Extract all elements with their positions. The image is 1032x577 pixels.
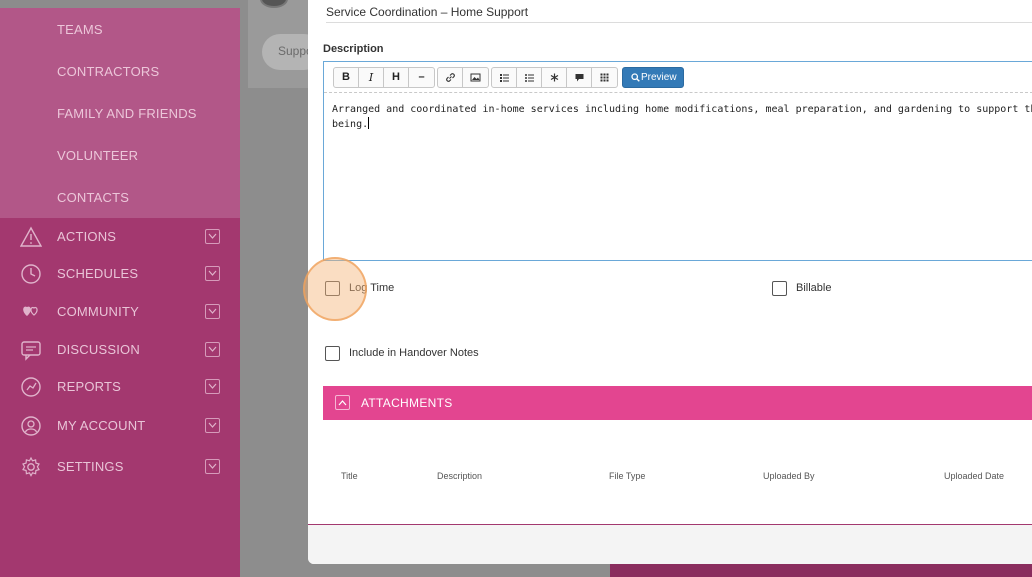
description-label: Description — [323, 43, 384, 55]
billable-checkbox[interactable] — [772, 281, 787, 296]
horizontal-rule-button[interactable]: – — [409, 68, 434, 87]
sidebar-item-settings[interactable]: SETTINGS — [0, 448, 240, 484]
subnav-item-family-and-friends[interactable]: FAMILY AND FRIENDS — [57, 106, 197, 121]
sidebar-subnav: TEAMS CONTRACTORS FAMILY AND FRIENDS VOL… — [0, 8, 240, 218]
editor-content[interactable]: Arranged and coordinated in-home service… — [332, 102, 1032, 132]
hearts-icon — [20, 301, 42, 323]
preview-button-label: Preview — [641, 72, 677, 83]
chevron-down-icon[interactable] — [205, 304, 220, 319]
editor-line: being. — [332, 119, 369, 130]
column-header-file-type[interactable]: File Type — [609, 471, 645, 481]
numbered-list-icon[interactable] — [492, 68, 517, 87]
sidebar-item-actions[interactable]: ACTIONS — [0, 218, 240, 254]
column-header-uploaded-by[interactable]: Uploaded By — [763, 471, 815, 481]
sidebar: TEAMS CONTRACTORS FAMILY AND FRIENDS VOL… — [0, 0, 240, 577]
bold-button[interactable]: B — [334, 68, 359, 87]
edit-note-modal: Service Coordination – Home Support Desc… — [308, 0, 1032, 564]
heading-button[interactable]: H — [384, 68, 409, 87]
modal-footer — [308, 525, 1032, 564]
chevron-down-icon[interactable] — [205, 418, 220, 433]
sidebar-item-discussion[interactable]: DISCUSSION — [0, 331, 240, 367]
user-icon — [20, 415, 42, 437]
sidebar-item-label: REPORTS — [57, 379, 122, 394]
clock-icon — [20, 263, 42, 285]
toolbar-group-blocks — [491, 67, 618, 88]
click-highlight — [303, 257, 367, 321]
sidebar-item-label: DISCUSSION — [57, 342, 140, 357]
link-icon[interactable] — [438, 68, 463, 87]
preview-button[interactable]: Preview — [622, 67, 684, 88]
italic-button[interactable]: I — [359, 68, 384, 87]
background-bar — [610, 564, 1032, 577]
column-header-title[interactable]: Title — [341, 471, 358, 481]
title-field[interactable]: Service Coordination – Home Support — [326, 0, 1032, 23]
attachments-title: ATTACHMENTS — [361, 396, 453, 410]
chart-icon — [20, 376, 42, 398]
toolbar-group-format: B I H – — [333, 67, 435, 88]
title-value: Service Coordination – Home Support — [326, 5, 529, 19]
subnav-item-contacts[interactable]: CONTACTS — [57, 190, 129, 205]
search-icon — [631, 73, 640, 82]
sidebar-item-label: COMMUNITY — [57, 304, 139, 319]
sidebar-top-strip — [0, 0, 240, 8]
chevron-down-icon[interactable] — [205, 266, 220, 281]
editor-line: Arranged and coordinated in-home service… — [332, 104, 1032, 115]
chat-icon — [20, 339, 42, 361]
subnav-item-contractors[interactable]: CONTRACTORS — [57, 64, 159, 79]
image-icon[interactable] — [463, 68, 488, 87]
toolbar-group-insert — [437, 67, 489, 88]
chevron-down-icon[interactable] — [205, 229, 220, 244]
asterisk-icon[interactable] — [542, 68, 567, 87]
attachments-header[interactable]: ATTACHMENTS — [323, 386, 1032, 420]
column-header-uploaded-date[interactable]: Uploaded Date — [944, 471, 1004, 481]
sidebar-item-label: SETTINGS — [57, 459, 124, 474]
editor-toolbar: B I H – Preview — [324, 62, 1032, 93]
chevron-down-icon[interactable] — [205, 342, 220, 357]
sidebar-item-reports[interactable]: REPORTS — [0, 368, 240, 404]
chevron-down-icon[interactable] — [205, 379, 220, 394]
handover-checkbox[interactable] — [325, 346, 340, 361]
text-caret — [368, 117, 370, 129]
table-icon[interactable] — [592, 68, 617, 87]
warning-icon — [19, 226, 43, 248]
billable-label: Billable — [796, 282, 832, 294]
bulleted-list-icon[interactable] — [517, 68, 542, 87]
sidebar-item-schedules[interactable]: SCHEDULES — [0, 255, 240, 291]
sidebar-item-label: ACTIONS — [57, 229, 117, 244]
sidebar-item-label: MY ACCOUNT — [57, 418, 146, 433]
chevron-up-icon[interactable] — [335, 395, 350, 410]
chevron-down-icon[interactable] — [205, 459, 220, 474]
subnav-item-teams[interactable]: TEAMS — [57, 22, 103, 37]
comment-icon[interactable] — [567, 68, 592, 87]
sidebar-item-community[interactable]: COMMUNITY — [0, 293, 240, 329]
sidebar-item-label: SCHEDULES — [57, 266, 139, 281]
subnav-item-volunteer[interactable]: VOLUNTEER — [57, 148, 138, 163]
description-editor[interactable]: B I H – Preview Arranged and coordinated… — [323, 61, 1032, 261]
handover-label: Include in Handover Notes — [349, 347, 479, 359]
gear-icon — [20, 456, 42, 478]
sidebar-item-my-account[interactable]: MY ACCOUNT — [0, 407, 240, 443]
column-header-description[interactable]: Description — [437, 471, 482, 481]
